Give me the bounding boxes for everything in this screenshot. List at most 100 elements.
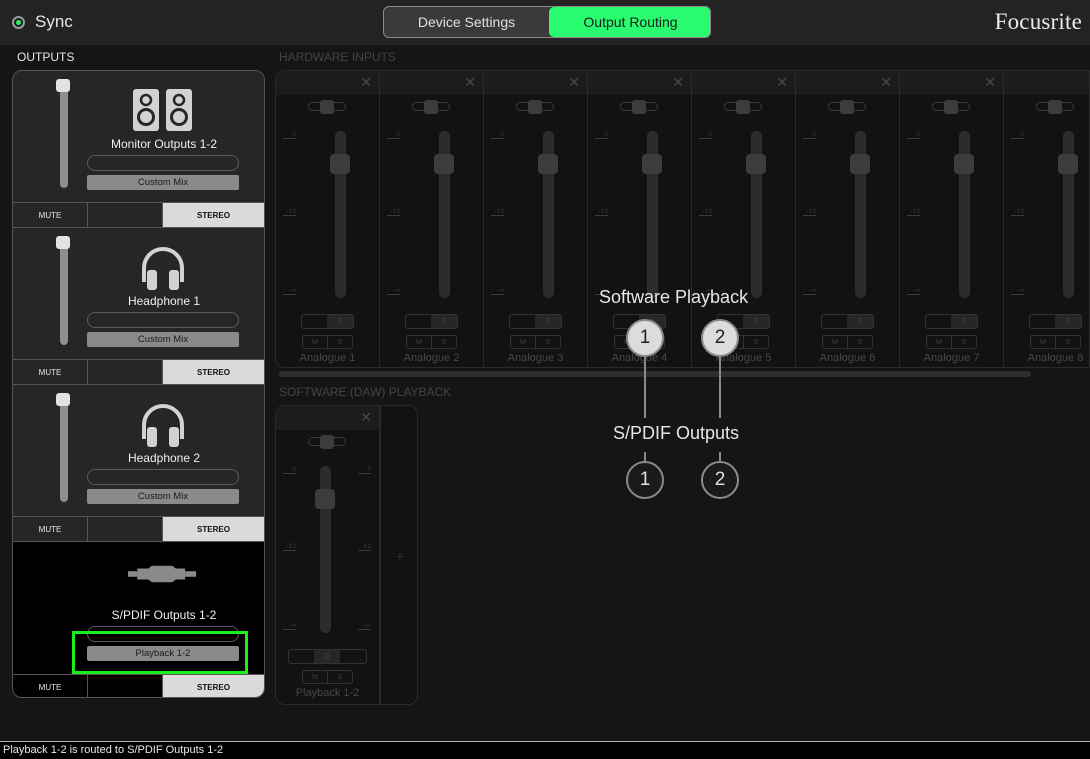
channel-solo-button[interactable]: S [743,336,768,348]
stereo-button[interactable]: STEREO [162,517,264,541]
pan-slider-handle[interactable] [1048,100,1062,114]
output-card-spdif[interactable]: S/PDIF Outputs 1-2 Playback 1-2 MUTE STE… [13,542,264,697]
fader-handle[interactable] [330,154,350,174]
channel-solo-button[interactable]: S [327,336,352,348]
gain-field[interactable]: 0 [405,314,458,329]
close-icon[interactable]: ✕ [464,75,476,89]
mute-button[interactable]: MUTE [13,203,88,227]
channel-solo-button[interactable]: S [1055,336,1080,348]
fader-scale-label: -∞ [283,622,296,630]
pan-slider-handle[interactable] [840,100,854,114]
fader-handle[interactable] [1058,154,1078,174]
tab-device-settings[interactable]: Device Settings [384,7,549,37]
mute-solo-buttons: M S [302,670,353,684]
channel-mute-button[interactable]: M [823,336,847,348]
gain-field[interactable]: 0 [1029,314,1082,329]
output-card-monitor[interactable]: Monitor Outputs 1-2 Custom Mix MUTE STER… [13,71,264,228]
headphones-icon [128,401,198,449]
channel-name: Analogue 6 [819,352,876,364]
volume-slider-track[interactable] [60,238,68,345]
output-source-selector[interactable]: Custom Mix [87,489,239,504]
fader-handle[interactable] [642,154,662,174]
horizontal-scrollbar[interactable] [279,371,1031,377]
close-icon[interactable]: ✕ [984,75,996,89]
channel-solo-button[interactable]: S [431,336,456,348]
fader-scale-label: 0 [595,131,608,139]
close-icon[interactable]: ✕ [360,410,372,424]
close-icon[interactable]: ✕ [672,75,684,89]
gain-field[interactable]: 0 [821,314,874,329]
pan-slider-handle[interactable] [528,100,542,114]
volume-slider-handle[interactable] [56,393,70,406]
output-card-headphone-2[interactable]: Headphone 2 Custom Mix MUTE STEREO [13,385,264,542]
fader-scale-label: 0 [387,131,400,139]
channel-solo-button[interactable]: S [951,336,976,348]
tab-output-routing[interactable]: Output Routing [549,7,710,37]
mixer-channel-strip: ✕ 0 0 -12 -12 -∞ -∞ 0 M S Playback 1-2 [276,406,380,704]
volume-slider-track[interactable] [60,81,68,188]
channel-mute-button[interactable]: M [303,671,327,683]
channel-solo-button[interactable]: S [327,671,352,683]
stereo-button[interactable]: STEREO [162,360,264,384]
routing-source-1[interactable]: 1 [626,319,664,357]
pan-slider-handle[interactable] [632,100,646,114]
mixer-channel-strip: ✕ 0 -12 -∞ 0 M S Analogue 6 [796,71,900,367]
channel-mute-button[interactable]: M [1031,336,1055,348]
close-icon[interactable]: ✕ [568,75,580,89]
pan-slider-handle[interactable] [424,100,438,114]
gain-field[interactable]: 0 [925,314,978,329]
mixer-channel-strip: ✕ 0 -12 -∞ 0 M S Analogue 7 [900,71,1004,367]
status-bar: Playback 1-2 is routed to S/PDIF Outputs… [0,741,1090,759]
gain-field[interactable]: 0 [509,314,562,329]
channel-header: ✕ [796,71,899,95]
output-card-headphone-1[interactable]: Headphone 1 Custom Mix MUTE STEREO [13,228,264,385]
channel-mute-button[interactable]: M [927,336,951,348]
fader-handle[interactable] [434,154,454,174]
gain-field[interactable]: 0 [301,314,354,329]
mute-button[interactable]: MUTE [13,360,88,384]
gain-field[interactable]: 0 [288,649,367,664]
volume-slider-handle[interactable] [56,236,70,249]
routing-line [644,356,646,418]
fader-scale-label: -12 [283,208,296,216]
routing-destination-1[interactable]: 1 [626,461,664,499]
output-source-selector[interactable]: Custom Mix [87,332,239,347]
fader-scale-label: 0 [358,466,371,474]
top-bar: Sync Device Settings Output Routing Focu… [0,0,1090,45]
pan-slider-handle[interactable] [320,435,334,449]
software-playback-section-label: SOFTWARE (DAW) PLAYBACK [279,385,452,399]
pan-slider-handle[interactable] [944,100,958,114]
fader-handle[interactable] [850,154,870,174]
channel-mute-button[interactable]: M [303,336,327,348]
output-source-selector[interactable]: Custom Mix [87,175,239,190]
close-icon[interactable]: ✕ [776,75,788,89]
fader-scale-label: 0 [907,131,920,139]
pan-slider-handle[interactable] [320,100,334,114]
close-icon[interactable]: ✕ [360,75,372,89]
fader-handle[interactable] [954,154,974,174]
mute-button[interactable]: MUTE [13,517,88,541]
routing-destination-2[interactable]: 2 [701,461,739,499]
stereo-button[interactable]: STEREO [162,675,264,697]
channel-mute-button[interactable]: M [407,336,431,348]
channel-solo-button[interactable]: S [535,336,560,348]
add-channel-button[interactable]: + [380,406,417,704]
fader-scale-label: 0 [491,131,504,139]
pan-slider-handle[interactable] [736,100,750,114]
channel-header: ✕ [1004,71,1089,95]
routing-source-2[interactable]: 2 [701,319,739,357]
mute-button[interactable]: MUTE [13,675,88,697]
channel-solo-button[interactable]: S [847,336,872,348]
routing-source-title: Software Playback [599,287,749,307]
close-icon[interactable]: ✕ [880,75,892,89]
fader-handle[interactable] [538,154,558,174]
channel-mute-button[interactable]: M [511,336,535,348]
fader-scale-label: -12 [387,208,400,216]
volume-slider-track[interactable] [60,395,68,502]
fader-handle[interactable] [315,489,335,509]
stereo-button[interactable]: STEREO [162,203,264,227]
volume-slider-handle[interactable] [56,79,70,92]
focusrite-logo: Focusrite [994,9,1082,34]
fader-handle[interactable] [746,154,766,174]
output-buttons: MUTE STEREO [13,359,264,384]
